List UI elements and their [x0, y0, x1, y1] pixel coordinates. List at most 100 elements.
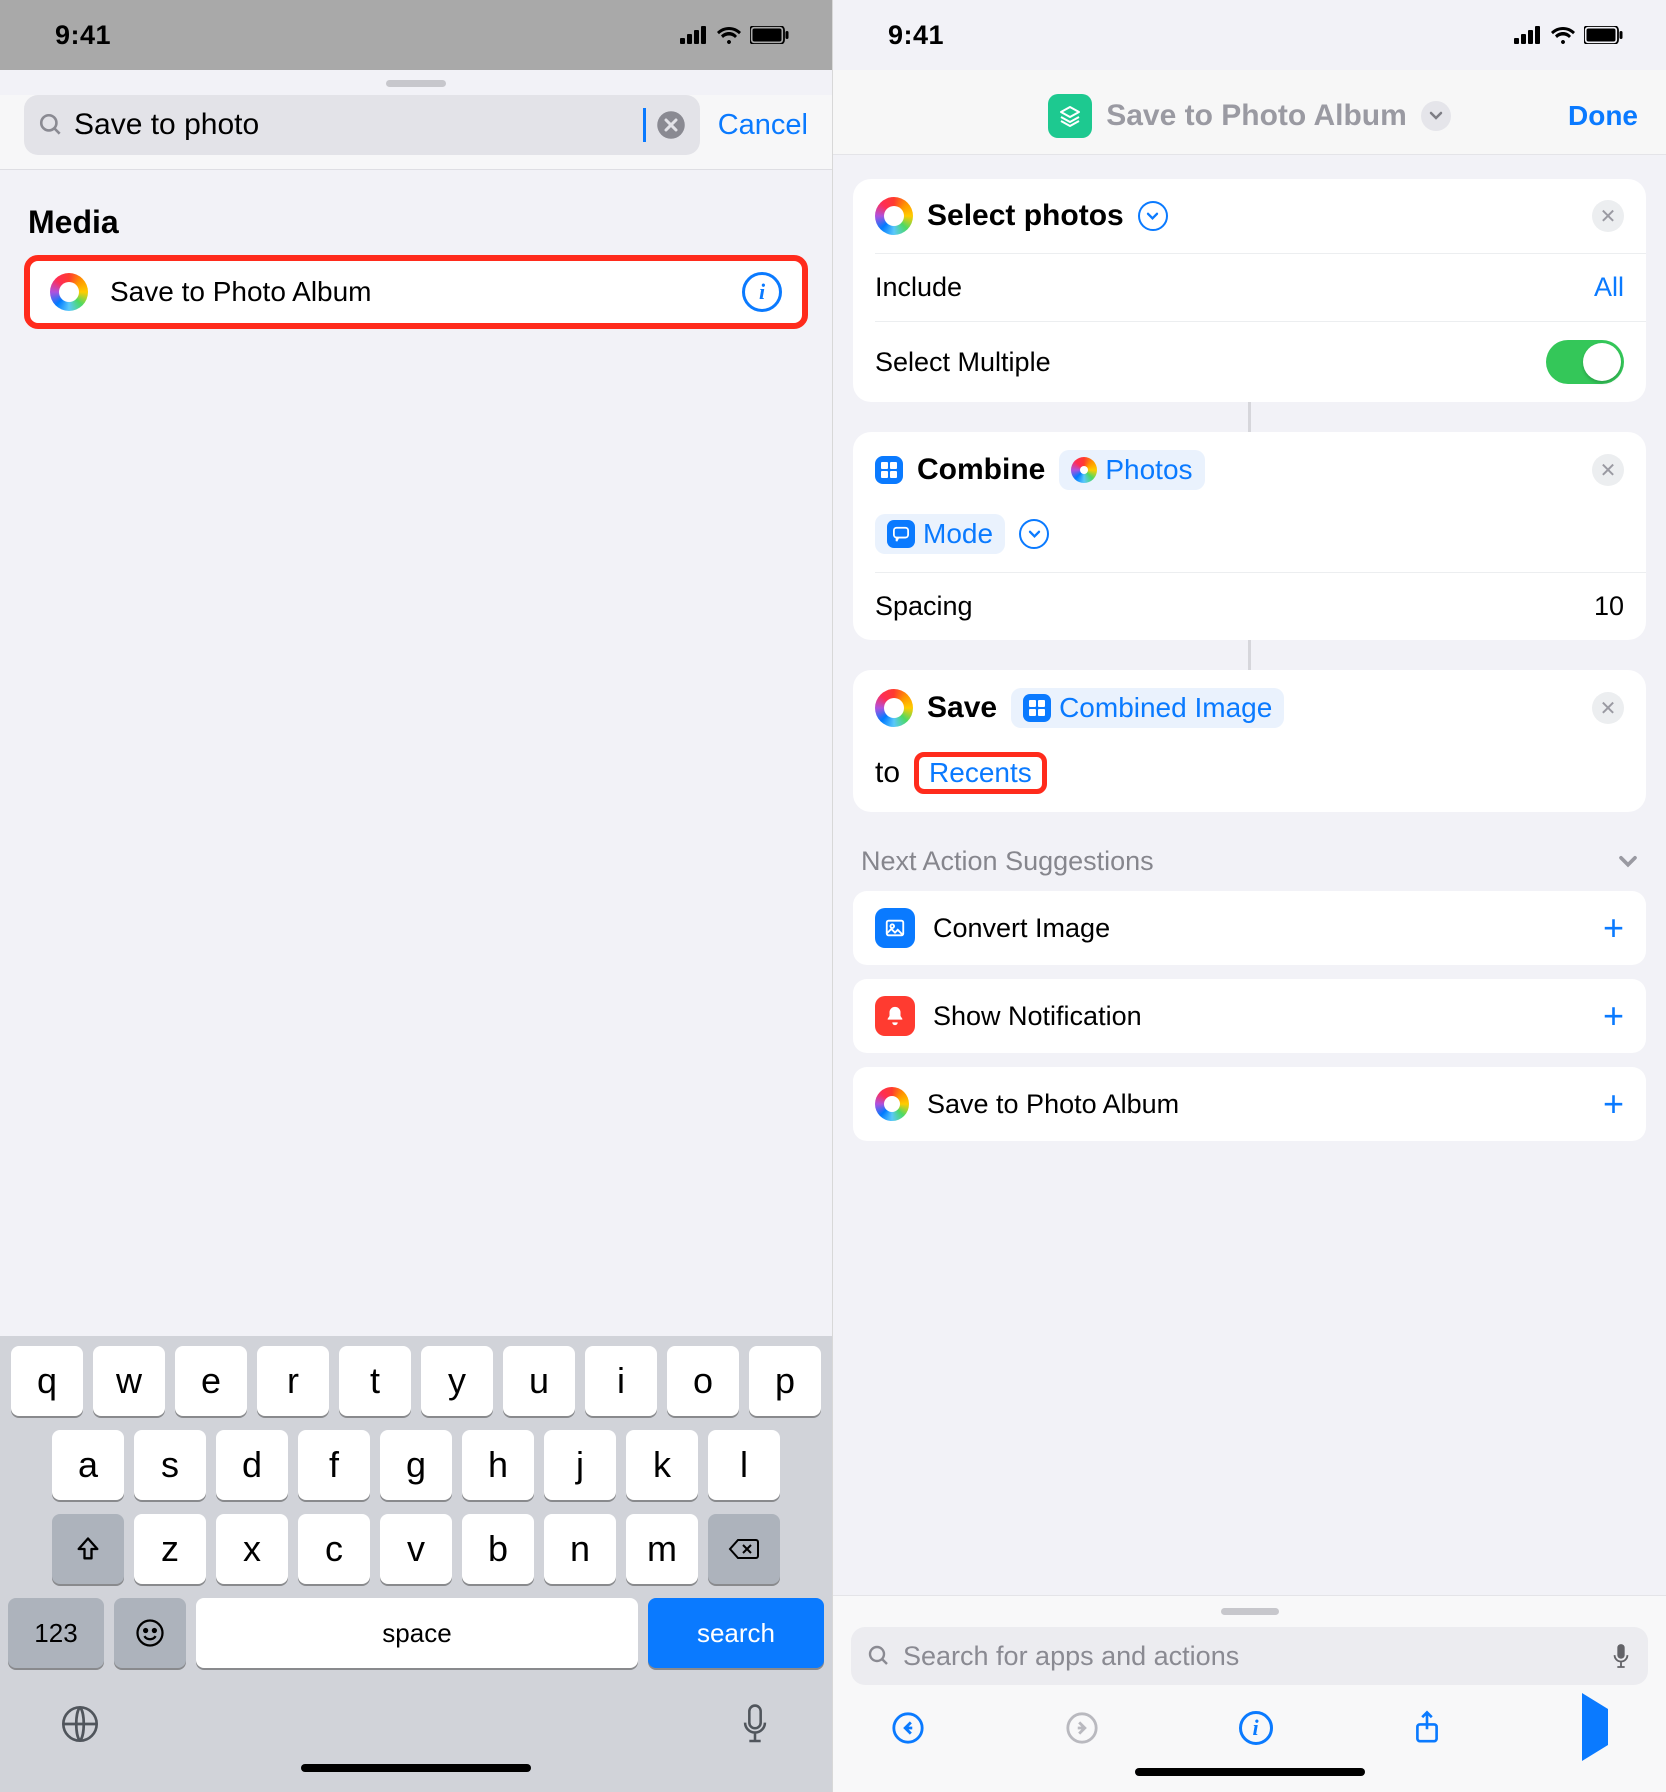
- remove-action-icon[interactable]: ✕: [1592, 692, 1624, 724]
- key-shift[interactable]: [52, 1514, 124, 1584]
- photos-app-icon: [875, 197, 913, 235]
- key-o[interactable]: o: [667, 1346, 739, 1416]
- key-k[interactable]: k: [626, 1430, 698, 1500]
- key-m[interactable]: m: [626, 1514, 698, 1584]
- cancel-button[interactable]: Cancel: [718, 109, 808, 142]
- search-field[interactable]: [24, 95, 700, 155]
- key-i[interactable]: i: [585, 1346, 657, 1416]
- key-123[interactable]: 123: [8, 1598, 104, 1668]
- info-button[interactable]: i: [1239, 1711, 1273, 1745]
- result-save-to-photo-album[interactable]: Save to Photo Album i: [24, 255, 808, 329]
- photos-variable-chip[interactable]: Photos: [1059, 450, 1204, 490]
- key-y[interactable]: y: [421, 1346, 493, 1416]
- key-search[interactable]: search: [648, 1598, 824, 1668]
- status-time: 9:41: [55, 20, 111, 51]
- suggestion-label: Convert Image: [933, 913, 1110, 944]
- search-placeholder: Search for apps and actions: [903, 1641, 1239, 1672]
- key-v[interactable]: v: [380, 1514, 452, 1584]
- search-icon: [38, 112, 64, 138]
- key-l[interactable]: l: [708, 1430, 780, 1500]
- chip-label: Combined Image: [1059, 692, 1272, 724]
- undo-button[interactable]: [891, 1711, 925, 1745]
- cellular-icon: [1514, 26, 1542, 44]
- key-r[interactable]: r: [257, 1346, 329, 1416]
- sheet-grabber[interactable]: [1221, 1608, 1279, 1615]
- key-emoji[interactable]: [114, 1598, 186, 1668]
- key-backspace[interactable]: [708, 1514, 780, 1584]
- home-indicator[interactable]: [1135, 1768, 1365, 1776]
- done-button[interactable]: Done: [1568, 100, 1638, 132]
- mode-variable-chip[interactable]: Mode: [875, 514, 1005, 554]
- key-d[interactable]: d: [216, 1430, 288, 1500]
- photos-app-icon: [1071, 457, 1097, 483]
- title-disclosure[interactable]: [1421, 101, 1451, 131]
- redo-button: [1065, 1711, 1099, 1745]
- remove-action-icon[interactable]: ✕: [1592, 200, 1624, 232]
- select-multiple-toggle[interactable]: [1546, 340, 1624, 384]
- mic-icon[interactable]: [738, 1702, 772, 1746]
- key-n[interactable]: n: [544, 1514, 616, 1584]
- suggestion-convert-image[interactable]: Convert Image +: [853, 891, 1646, 965]
- key-c[interactable]: c: [298, 1514, 370, 1584]
- action-title: Select photos: [927, 199, 1124, 233]
- suggestion-save-to-photo-album[interactable]: Save to Photo Album +: [853, 1067, 1646, 1141]
- home-indicator[interactable]: [301, 1764, 531, 1772]
- key-t[interactable]: t: [339, 1346, 411, 1416]
- key-w[interactable]: w: [93, 1346, 165, 1416]
- bell-icon: [875, 996, 915, 1036]
- cellular-icon: [680, 26, 708, 44]
- suggestion-show-notification[interactable]: Show Notification +: [853, 979, 1646, 1053]
- battery-icon: [750, 26, 790, 44]
- clear-icon[interactable]: [656, 110, 686, 140]
- info-icon[interactable]: i: [742, 272, 782, 312]
- key-z[interactable]: z: [134, 1514, 206, 1584]
- shortcut-icon[interactable]: [1048, 94, 1092, 138]
- run-button[interactable]: [1582, 1709, 1608, 1746]
- spacing-value[interactable]: 10: [1594, 591, 1624, 622]
- collapse-icon[interactable]: [1019, 519, 1049, 549]
- globe-icon[interactable]: [60, 1704, 100, 1744]
- photos-app-icon: [875, 689, 913, 727]
- add-icon[interactable]: +: [1603, 1083, 1624, 1125]
- search-input[interactable]: [74, 108, 633, 142]
- key-x[interactable]: x: [216, 1514, 288, 1584]
- key-g[interactable]: g: [380, 1430, 452, 1500]
- key-h[interactable]: h: [462, 1430, 534, 1500]
- remove-action-icon[interactable]: ✕: [1592, 454, 1624, 486]
- shortcut-title[interactable]: Save to Photo Album: [1106, 99, 1407, 133]
- result-label: Save to Photo Album: [110, 276, 720, 308]
- actions-search-field[interactable]: Search for apps and actions: [851, 1627, 1648, 1685]
- add-icon[interactable]: +: [1603, 995, 1624, 1037]
- shift-icon: [74, 1535, 102, 1563]
- suggestions-header[interactable]: Next Action Suggestions: [853, 812, 1646, 891]
- key-s[interactable]: s: [134, 1430, 206, 1500]
- include-value[interactable]: All: [1594, 272, 1624, 303]
- save-label: Save: [927, 691, 997, 725]
- spacing-label: Spacing: [875, 591, 973, 622]
- shortcut-header: Save to Photo Album Done: [833, 70, 1666, 155]
- keyboard[interactable]: q w e r t y u i o p a s d f g h j k l: [0, 1336, 832, 1792]
- add-icon[interactable]: +: [1603, 907, 1624, 949]
- wifi-icon: [716, 26, 742, 44]
- action-select-photos: Select photos ✕ Include All Select Multi…: [853, 179, 1646, 402]
- combined-image-variable-chip[interactable]: Combined Image: [1011, 688, 1284, 728]
- include-label: Include: [875, 272, 962, 303]
- album-picker-recents[interactable]: Recents: [914, 752, 1047, 794]
- collapse-icon[interactable]: [1138, 201, 1168, 231]
- key-e[interactable]: e: [175, 1346, 247, 1416]
- play-icon: [1582, 1693, 1608, 1761]
- key-b[interactable]: b: [462, 1514, 534, 1584]
- key-f[interactable]: f: [298, 1430, 370, 1500]
- key-a[interactable]: a: [52, 1430, 124, 1500]
- sheet-grabber[interactable]: [386, 80, 446, 87]
- key-q[interactable]: q: [11, 1346, 83, 1416]
- to-label: to: [875, 756, 900, 790]
- key-j[interactable]: j: [544, 1430, 616, 1500]
- chip-label: Photos: [1105, 454, 1192, 486]
- mic-icon[interactable]: [1610, 1641, 1632, 1671]
- key-u[interactable]: u: [503, 1346, 575, 1416]
- share-button[interactable]: [1412, 1710, 1442, 1746]
- key-p[interactable]: p: [749, 1346, 821, 1416]
- key-space[interactable]: space: [196, 1598, 638, 1668]
- text-cursor: [643, 108, 646, 142]
